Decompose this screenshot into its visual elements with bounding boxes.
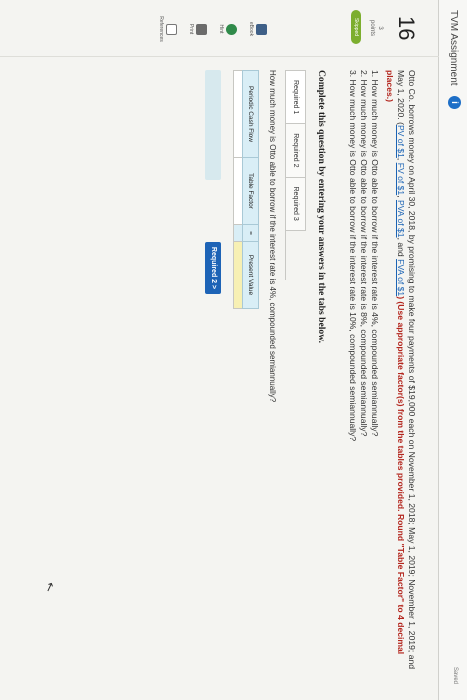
document-icon: [166, 23, 177, 35]
question-number: 16: [394, 16, 419, 41]
mouse-pointer-icon: ↖: [41, 579, 59, 595]
points-label: points: [369, 20, 375, 37]
equals-cell: [233, 224, 243, 242]
question-list: 1. How much money is Otto able to borrow…: [347, 70, 380, 680]
problem-statement: Otto Co. borrows money on April 30, 2018…: [385, 70, 417, 670]
question-3: 3. How much money is Otto able to borrow…: [348, 70, 358, 442]
required-tabs: Required 1 Required 2 Required 3: [285, 70, 306, 280]
photo-background: TVM Assignment i Saved 16 3 points Skipp…: [0, 0, 467, 700]
ebook-label: eBook: [248, 21, 254, 37]
assignment-screen: TVM Assignment i Saved 16 3 points Skipp…: [0, 0, 467, 700]
references-label: References: [158, 16, 164, 42]
book-icon: [256, 23, 267, 35]
print-button[interactable]: Print: [188, 14, 207, 44]
and-text: and: [396, 242, 406, 257]
ebook-button[interactable]: eBook: [248, 14, 267, 44]
col-table-factor: Table Factor: [242, 157, 259, 225]
points-value: 3: [377, 26, 383, 30]
question-sidebar: 16 3 points Skipped eBook Hint Print Ref…: [0, 0, 439, 57]
hint-label: Hint: [218, 24, 224, 34]
tab-required-1[interactable]: Required 1: [286, 70, 306, 125]
lifebuoy-icon: [226, 23, 237, 35]
top-bar: TVM Assignment i Saved: [438, 0, 467, 700]
tab-required-2[interactable]: Required 2: [286, 123, 306, 178]
use-table-note: ) (Use appropriate factor(s) from the ta…: [396, 296, 406, 512]
pv-table-link[interactable]: PV of $1: [396, 125, 406, 158]
fva-table-link[interactable]: FVA of $1: [396, 259, 406, 296]
table-row: [233, 70, 243, 309]
table-header-row: Periodic Cash Flow Table Factor = Presen…: [242, 70, 259, 309]
previous-required-button[interactable]: [205, 70, 221, 180]
hint-button[interactable]: Hint: [218, 14, 237, 44]
next-required-button[interactable]: Required 2 >: [205, 242, 221, 294]
printer-icon: [196, 23, 207, 35]
question-2: 2. How much money is Otto able to borrow…: [359, 70, 369, 437]
references-button[interactable]: References: [158, 14, 177, 44]
print-label: Print: [188, 23, 194, 35]
col-present-value: Present Value: [242, 241, 259, 309]
tab-required-3[interactable]: Required 3: [286, 176, 306, 231]
table-factor-input[interactable]: [233, 157, 243, 225]
status-badge: Skipped: [351, 10, 361, 44]
assignment-title: TVM Assignment: [448, 10, 459, 86]
info-icon[interactable]: i: [448, 96, 461, 109]
present-value-input[interactable]: [233, 241, 243, 309]
points-block: 3 points: [368, 20, 384, 36]
saved-status: Saved: [452, 666, 458, 684]
pva-table-link[interactable]: PVA of $1: [396, 200, 406, 238]
answer-instruction: Complete this question by entering your …: [316, 70, 327, 343]
col-periodic-cash-flow: Periodic Cash Flow: [242, 70, 259, 158]
tab-navigation: Required 2 >: [203, 70, 221, 400]
subquestion: How much money is Otto able to borrow if…: [268, 70, 277, 403]
present-value-table: Periodic Cash Flow Table Factor = Presen…: [233, 70, 259, 309]
fv-table-link[interactable]: FV of $1: [396, 163, 406, 195]
question-content: Otto Co. borrows money on April 30, 2018…: [203, 70, 417, 680]
question-1: 1. How much money is Otto able to borrow…: [370, 70, 380, 437]
cash-flow-input[interactable]: [233, 70, 243, 158]
equals-sign: =: [242, 224, 259, 242]
